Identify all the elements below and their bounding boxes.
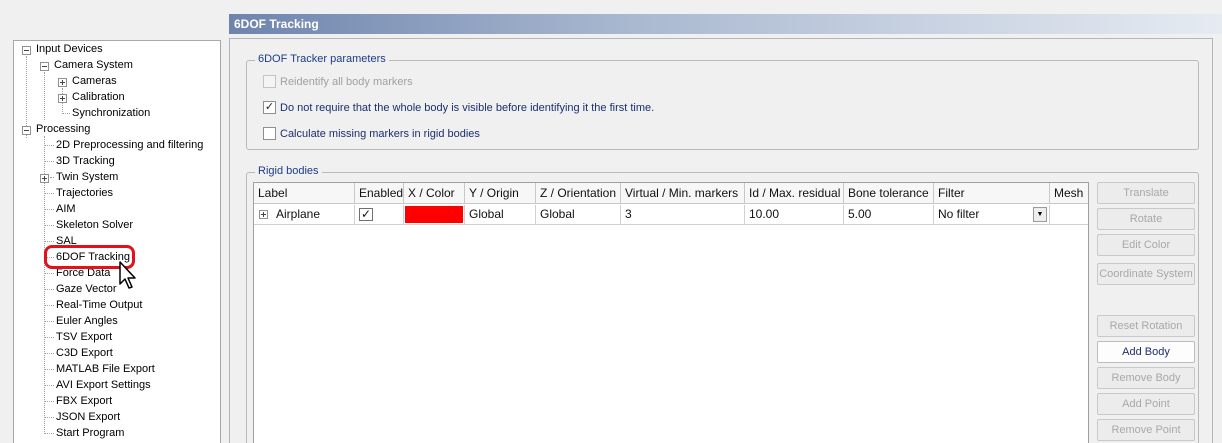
- page-title: 6DOF Tracking: [229, 14, 1222, 34]
- tree-item-euler-angles[interactable]: Euler Angles: [54, 313, 120, 329]
- tree-item-tsv-export[interactable]: TSV Export: [54, 329, 114, 345]
- tree-item-avi-export[interactable]: AVI Export Settings: [54, 377, 153, 393]
- cell-label[interactable]: Airplane: [254, 205, 355, 225]
- add-body-button[interactable]: Add Body: [1097, 341, 1195, 363]
- collapse-icon[interactable]: [40, 62, 49, 71]
- cell-mesh[interactable]: [1050, 205, 1088, 225]
- column-header-max-residual[interactable]: Id / Max. residual: [745, 183, 844, 204]
- expand-icon[interactable]: [58, 78, 67, 87]
- tree-processing[interactable]: Processing: [34, 121, 92, 137]
- check-icon: ✓: [263, 100, 276, 114]
- tree-synchronization[interactable]: Synchronization: [70, 105, 152, 121]
- expand-icon[interactable]: [259, 210, 268, 219]
- tree-calibration[interactable]: Calibration: [70, 89, 127, 105]
- cell-min-markers[interactable]: 3: [621, 205, 745, 225]
- settings-tree[interactable]: Input Devices Camera System Cameras Cali…: [13, 40, 221, 443]
- tree-item-matlab-export[interactable]: MATLAB File Export: [54, 361, 157, 377]
- tree-item-real-time-output[interactable]: Real-Time Output: [54, 297, 144, 313]
- reidentify-checkbox[interactable]: Reidentify all body markers: [263, 74, 413, 90]
- tree-item-c3d-export[interactable]: C3D Export: [54, 345, 115, 361]
- no-require-visible-checkbox[interactable]: ✓ Do not require that the whole body is v…: [263, 100, 654, 116]
- tree-item-gaze-vector[interactable]: Gaze Vector: [54, 281, 119, 297]
- tree-item-twin-system[interactable]: Twin System: [54, 169, 120, 185]
- tree-item-skeleton-solver[interactable]: Skeleton Solver: [54, 217, 135, 233]
- tree-item-trajectories[interactable]: Trajectories: [54, 185, 115, 201]
- coordinate-system-button[interactable]: Coordinate System: [1097, 263, 1195, 285]
- tree-camera-system[interactable]: Camera System: [52, 57, 135, 73]
- column-header-mesh[interactable]: Mesh: [1050, 183, 1088, 204]
- tree-item-aim[interactable]: AIM: [54, 201, 78, 217]
- tree-item-3d-tracking[interactable]: 3D Tracking: [54, 153, 117, 169]
- collapse-icon[interactable]: [22, 126, 31, 135]
- column-header-enabled[interactable]: Enabled: [355, 183, 404, 204]
- expand-icon[interactable]: [58, 94, 67, 103]
- filter-select[interactable]: No filter: [938, 207, 979, 221]
- collapse-icon[interactable]: [22, 46, 31, 55]
- add-point-button[interactable]: Add Point: [1097, 393, 1195, 415]
- tree-item-2d-preprocessing[interactable]: 2D Preprocessing and filtering: [54, 137, 205, 153]
- rotate-button[interactable]: Rotate: [1097, 208, 1195, 230]
- tree-item-start-program[interactable]: Start Program: [54, 425, 126, 441]
- column-header-color[interactable]: X / Color: [404, 183, 465, 204]
- tree-input-devices[interactable]: Input Devices: [34, 41, 105, 57]
- column-header-label[interactable]: Label: [254, 183, 355, 204]
- reset-rotation-button[interactable]: Reset Rotation: [1097, 315, 1195, 337]
- tree-item-json-export[interactable]: JSON Export: [54, 409, 122, 425]
- column-header-min-markers[interactable]: Virtual / Min. markers: [621, 183, 745, 204]
- edit-color-button[interactable]: Edit Color: [1097, 234, 1195, 256]
- dropdown-arrow-icon[interactable]: ▼: [1033, 207, 1047, 222]
- calc-missing-checkbox[interactable]: Calculate missing markers in rigid bodie…: [263, 126, 480, 142]
- remove-point-button[interactable]: Remove Point: [1097, 419, 1195, 441]
- remove-body-button[interactable]: Remove Body: [1097, 367, 1195, 389]
- rigid-bodies-table[interactable]: Label Enabled X / Color Y / Origin Z / O…: [253, 182, 1089, 443]
- cell-bone-tolerance[interactable]: 5.00: [844, 205, 934, 225]
- rigid-bodies-title: Rigid bodies: [255, 165, 322, 177]
- cell-filter[interactable]: No filter ▼: [934, 205, 1050, 225]
- checkbox-box: [263, 126, 276, 140]
- cell-orientation[interactable]: Global: [536, 205, 621, 225]
- column-header-bone-tolerance[interactable]: Bone tolerance: [844, 183, 934, 204]
- cell-enabled[interactable]: ✓: [355, 205, 404, 225]
- color-swatch[interactable]: [405, 206, 463, 223]
- tree-item-fbx-export[interactable]: FBX Export: [54, 393, 114, 409]
- tree-cameras[interactable]: Cameras: [70, 73, 119, 89]
- column-header-filter[interactable]: Filter: [934, 183, 1050, 204]
- cell-origin[interactable]: Global: [465, 205, 536, 225]
- cell-color[interactable]: [404, 205, 465, 225]
- checkbox-box: [263, 74, 276, 88]
- mouse-cursor-icon: [119, 261, 136, 289]
- cell-max-residual[interactable]: 10.00: [745, 205, 844, 225]
- tracker-params-title: 6DOF Tracker parameters: [255, 53, 389, 65]
- translate-button[interactable]: Translate: [1097, 182, 1195, 204]
- check-icon[interactable]: ✓: [359, 208, 373, 221]
- column-header-orientation[interactable]: Z / Orientation: [536, 183, 621, 204]
- expand-icon[interactable]: [40, 174, 49, 183]
- column-header-origin[interactable]: Y / Origin: [465, 183, 536, 204]
